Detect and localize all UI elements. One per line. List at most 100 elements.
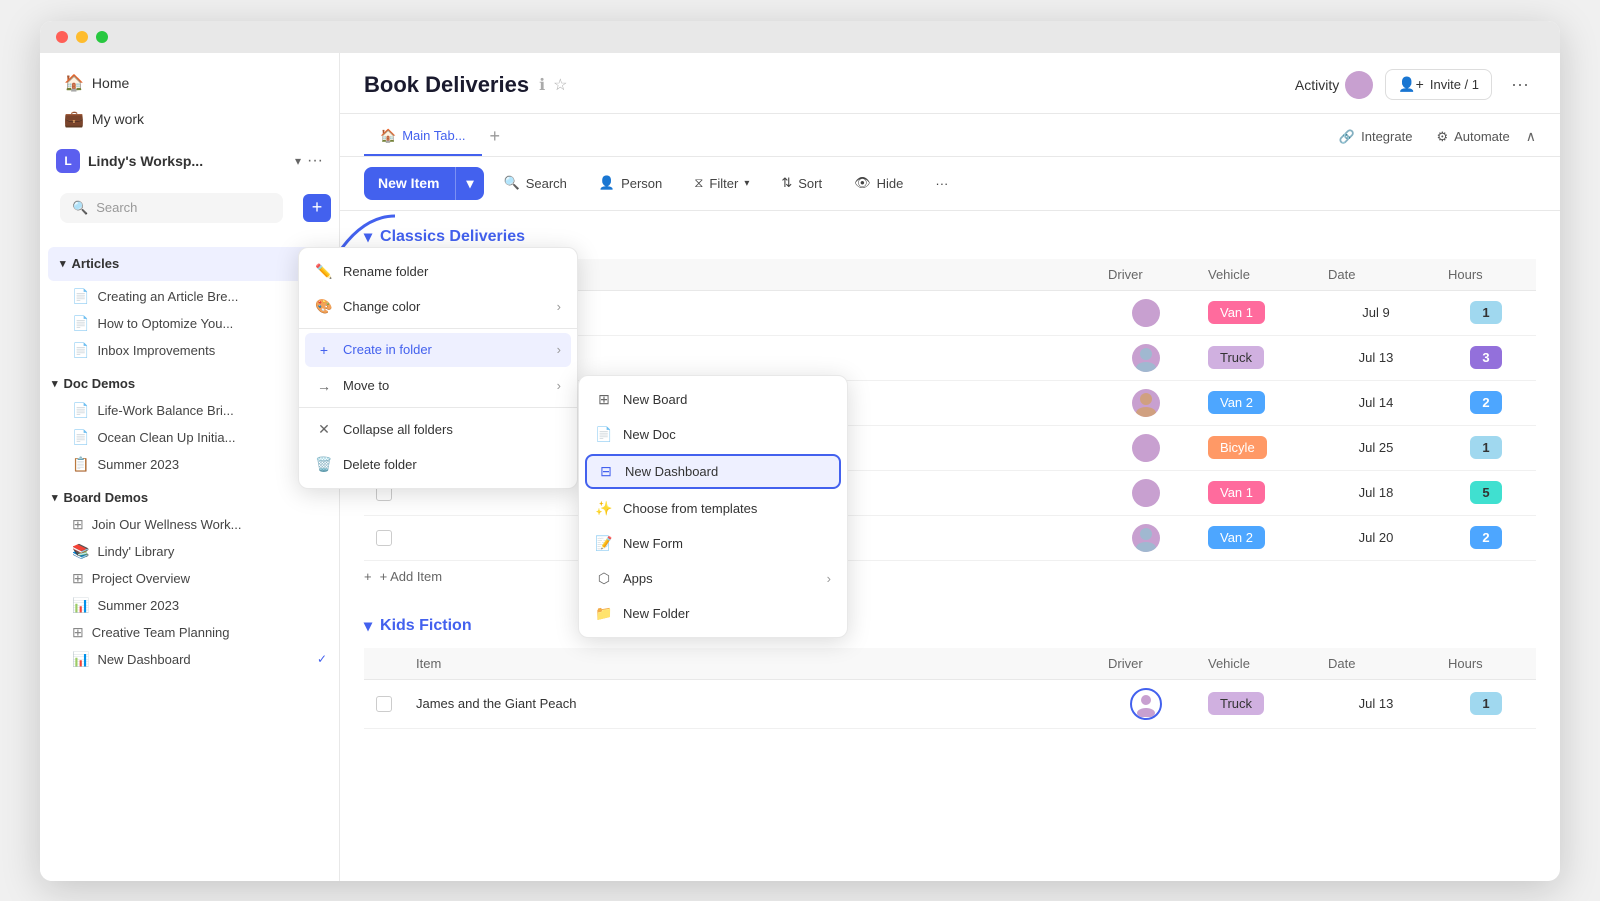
folder-articles: ▾ Articles ··· 📄 Creating an Article Bre… <box>40 245 339 364</box>
filter-button[interactable]: ⧖ Filter ▾ <box>682 168 761 198</box>
list-item[interactable]: 📚 Lindy' Library <box>40 538 339 565</box>
workspace-more-icon[interactable]: ··· <box>307 152 323 170</box>
delete-icon: 🗑️ <box>315 456 333 473</box>
folder-articles-header[interactable]: ▾ Articles ··· <box>48 247 331 281</box>
table-row[interactable]: James and the Giant Peach Truck Jul 13 <box>364 679 1536 728</box>
search-bar[interactable]: 🔍 Search <box>60 193 283 223</box>
list-item[interactable]: 📋 Summer 2023 <box>40 451 339 478</box>
chevron-down-icon[interactable]: ▾ <box>295 154 301 168</box>
list-item[interactable]: 📄 Ocean Clean Up Initia... <box>40 424 339 451</box>
context-collapse-folders[interactable]: ✕ Collapse all folders <box>299 412 577 447</box>
folder-docdemos-header[interactable]: ▾ Doc Demos <box>40 370 339 397</box>
table-row[interactable]: Van 2 Jul 20 2 <box>364 515 1536 560</box>
search-label: Search <box>526 176 567 191</box>
person-button[interactable]: 👤 Person <box>587 168 674 198</box>
list-item[interactable]: ⊞ Join Our Wellness Work... <box>40 511 339 538</box>
submenu-apps[interactable]: ⬡ Apps › <box>579 561 847 596</box>
new-item-button[interactable]: New Item ▾ <box>364 167 484 200</box>
automate-button[interactable]: ⚙ Automate <box>1428 125 1517 149</box>
sort-label: Sort <box>798 176 822 191</box>
list-item[interactable]: 📄 Life-Work Balance Bri... <box>40 397 339 424</box>
context-rename[interactable]: ✏️ Rename folder <box>299 254 577 289</box>
list-item[interactable]: 📄 Creating an Article Bre... <box>40 283 339 310</box>
activity-button[interactable]: Activity <box>1295 71 1373 99</box>
search-button[interactable]: 🔍 Search <box>492 168 579 198</box>
submenu-newdoc-label: New Doc <box>623 427 676 442</box>
list-item[interactable]: ⊞ Project Overview <box>40 565 339 592</box>
sidebar-home-label: Home <box>92 75 129 91</box>
submenu-templates-label: Choose from templates <box>623 501 757 516</box>
plus-icon: + <box>315 342 333 358</box>
submenu-new-dashboard[interactable]: ⊟ New Dashboard <box>585 454 841 489</box>
list-item[interactable]: 📄 How to Optomize You... <box>40 310 339 337</box>
add-item-button[interactable]: + + Add Item <box>364 561 1536 592</box>
sidebar-item-home[interactable]: 🏠 Home <box>48 66 331 100</box>
section-classics[interactable]: ▾ Classics Deliveries <box>364 227 1536 247</box>
context-move-to[interactable]: → Move to › <box>299 369 577 403</box>
hours-cell: 1 <box>1436 425 1536 470</box>
item-label: Ocean Clean Up Initia... <box>97 430 235 445</box>
list-item[interactable]: 📄 Inbox Improvements <box>40 337 339 364</box>
list-item[interactable]: ⊞ Creative Team Planning <box>40 619 339 646</box>
collapse-up-icon[interactable]: ∧ <box>1526 128 1536 145</box>
submenu-apps-label: Apps <box>623 571 653 586</box>
submenu-new-doc[interactable]: 📄 New Doc <box>579 417 847 452</box>
list-item[interactable]: 📊 Summer 2023 <box>40 592 339 619</box>
section-kidsfiction[interactable]: ▾ Kids Fiction <box>364 616 1536 636</box>
doc-icon: 📄 <box>72 342 89 359</box>
driver-cell <box>1096 380 1196 425</box>
tab-add-button[interactable]: + <box>482 118 509 155</box>
date-cell: Jul 13 <box>1316 679 1436 728</box>
page-title: Book Deliveries <box>364 72 529 98</box>
chevron-down-icon: ▾ <box>60 257 66 270</box>
invite-button[interactable]: 👤+ Invite / 1 <box>1385 69 1492 100</box>
automate-icon: ⚙ <box>1436 129 1448 145</box>
submenu-new-form[interactable]: 📝 New Form <box>579 526 847 561</box>
header-more-button[interactable]: ··· <box>1504 69 1536 101</box>
col-date: Date <box>1316 259 1436 291</box>
context-deletefolder-label: Delete folder <box>343 457 417 472</box>
chevron-down-icon: ✓ <box>317 652 327 666</box>
folder-boarddemos-header[interactable]: ▾ Board Demos <box>40 484 339 511</box>
section-kidsfiction-label: Kids Fiction <box>380 617 472 635</box>
star-icon[interactable]: ☆ <box>553 75 567 95</box>
new-item-dropdown-arrow[interactable]: ▾ <box>455 167 483 200</box>
hide-button[interactable]: 👁 Hide <box>842 168 915 198</box>
search-icon: 🔍 <box>72 200 88 216</box>
kidsfiction-table: Item Driver Vehicle Date Hours James and… <box>364 648 1536 729</box>
chevron-down-icon: ▾ <box>52 377 58 390</box>
add-item-label: + Add Item <box>380 569 443 584</box>
context-delete-folder[interactable]: 🗑️ Delete folder <box>299 447 577 482</box>
integrate-button[interactable]: 🔗 Integrate <box>1331 125 1421 149</box>
submenu-new-folder[interactable]: 📁 New Folder <box>579 596 847 631</box>
context-separator <box>299 328 577 329</box>
header-actions: Activity 👤+ Invite / 1 ··· <box>1295 69 1536 101</box>
user-avatar <box>1345 71 1373 99</box>
info-icon[interactable]: ℹ <box>539 75 545 95</box>
submenu-new-board[interactable]: ⊞ New Board <box>579 382 847 417</box>
more-toolbar-button[interactable]: ··· <box>923 169 960 198</box>
context-change-color[interactable]: 🎨 Change color › <box>299 289 577 324</box>
submenu-templates[interactable]: ✨ Choose from templates <box>579 491 847 526</box>
hours-cell: 1 <box>1436 290 1536 335</box>
sort-button[interactable]: ⇅ Sort <box>769 168 834 198</box>
doc-icon: 📄 <box>72 402 89 419</box>
doc-icon: 📄 <box>72 288 89 305</box>
col-hours: Hours <box>1436 259 1536 291</box>
date-cell: Jul 20 <box>1316 515 1436 560</box>
header-right-actions: 🔗 Integrate ⚙ Automate ∧ <box>1331 125 1536 149</box>
list-item[interactable]: 📊 New Dashboard ✓ <box>40 646 339 673</box>
submenu-newform-label: New Form <box>623 536 683 551</box>
date-cell: Jul 14 <box>1316 380 1436 425</box>
folder-boarddemos: ▾ Board Demos ⊞ Join Our Wellness Work..… <box>40 484 339 673</box>
row-checkbox[interactable] <box>376 530 392 546</box>
date-cell: Jul 25 <box>1316 425 1436 470</box>
row-checkbox[interactable] <box>376 696 392 712</box>
context-create-folder[interactable]: + Create in folder › <box>305 333 571 367</box>
workspace-header[interactable]: L Lindy's Worksp... ▾ ··· <box>40 141 339 181</box>
dashboard-icon: ⊟ <box>597 463 615 480</box>
work-icon: 💼 <box>64 109 84 129</box>
tab-main[interactable]: 🏠 Main Tab... <box>364 118 482 156</box>
driver-cell <box>1096 290 1196 335</box>
sidebar-item-mywork[interactable]: 💼 My work <box>48 102 331 136</box>
